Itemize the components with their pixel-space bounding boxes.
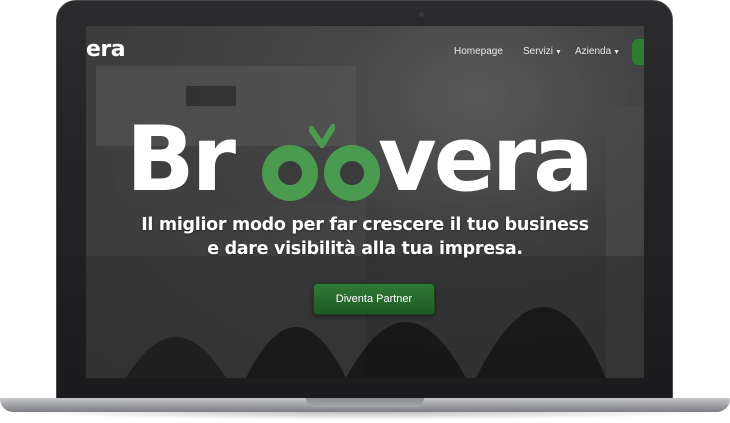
nav-azienda[interactable]: Azienda ▼ bbox=[575, 46, 620, 57]
hero-tagline-line1: Il miglior modo per far crescere il tuo … bbox=[141, 215, 589, 235]
main-nav: Homepage Servizi ▼ Azienda ▼ bbox=[86, 46, 644, 66]
checkmark-icon bbox=[309, 124, 335, 148]
hero-tagline-line2: e dare visibilità alla tua impresa. bbox=[207, 239, 523, 259]
caret-down-icon: ▼ bbox=[555, 49, 562, 56]
nav-servizi-label: Servizi bbox=[523, 46, 554, 57]
browser-screen: era Homepage Servizi ▼ Azienda ▼ Br vera I… bbox=[86, 26, 644, 378]
camera-dot bbox=[419, 12, 424, 17]
brand-text-left: Br bbox=[126, 107, 236, 212]
nav-action-button[interactable] bbox=[632, 39, 644, 65]
laptop-shadow bbox=[10, 412, 720, 420]
nav-homepage[interactable]: Homepage bbox=[454, 46, 503, 57]
caret-down-icon: ▼ bbox=[613, 49, 621, 56]
brand-wordmark: Br vera bbox=[126, 115, 626, 205]
brand-text-right: vera bbox=[378, 107, 594, 212]
nav-servizi[interactable]: Servizi ▼ bbox=[523, 46, 562, 57]
laptop-notch bbox=[306, 398, 424, 407]
cta-diventa-partner-button[interactable]: Diventa Partner bbox=[313, 283, 435, 315]
nav-azienda-label: Azienda bbox=[575, 46, 612, 57]
